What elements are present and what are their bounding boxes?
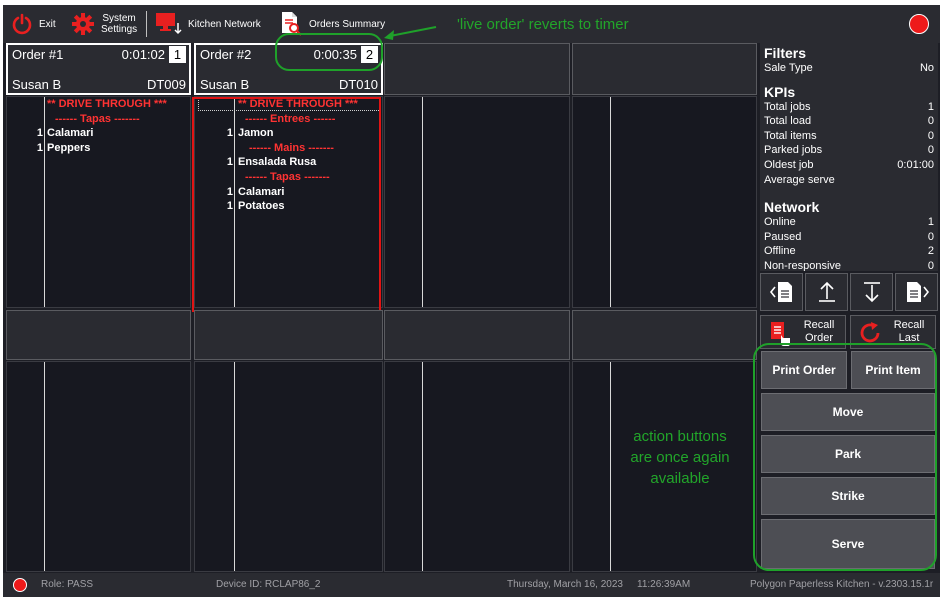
recall-arrow-icon: [860, 322, 880, 343]
order-title: Order #2: [200, 47, 252, 62]
arrow-up-icon: [818, 281, 835, 302]
annotation-line: are once again: [630, 449, 730, 466]
empty-order-ticket: [384, 96, 570, 308]
kpi-row: Average serve: [764, 173, 835, 186]
empty-order-ticket: [572, 96, 757, 308]
page-left-button[interactable]: [760, 273, 803, 311]
filter-label: Sale Type: [764, 62, 813, 74]
order-lines: ** DRIVE THROUGH *** ------ Tapas ------…: [7, 98, 190, 156]
connection-status-indicator: [909, 14, 929, 34]
system-settings-line2: Settings: [101, 24, 138, 35]
panel-gap: [760, 187, 938, 199]
filter-value: No: [919, 62, 934, 74]
order-number-badge: 1: [169, 46, 186, 63]
order-code: DT010: [338, 77, 378, 92]
network-row: Offline 2: [764, 245, 934, 258]
callout-arrow-icon: [384, 26, 437, 40]
power-icon: [12, 13, 32, 35]
device-id-label: Device ID: RCLAP86_2: [216, 579, 321, 590]
empty-order-header: [572, 43, 757, 95]
selected-order-highlight: [192, 97, 381, 312]
role-label: Role: PASS: [41, 579, 94, 590]
monitor-download-icon: [156, 13, 182, 35]
panel-gap: [760, 76, 938, 84]
version-label: Polygon Paperless Kitchen - v.2303.15.1r: [750, 579, 934, 590]
page-right-icon: [906, 282, 929, 302]
qty-divider: [422, 97, 423, 307]
recall-order-label: Recall Order: [803, 319, 835, 344]
kpi-row: Oldest job 0:01:00: [764, 158, 934, 171]
empty-order-ticket: [384, 361, 570, 572]
network-title: Network: [764, 199, 820, 216]
kpi-row: Total items 0: [764, 129, 934, 142]
ticket-line: ------ Tapas -------: [55, 112, 140, 125]
network-row: Non-responsive 0: [764, 259, 934, 271]
network-row: Paused 0: [764, 230, 934, 243]
empty-order-header: [194, 310, 383, 360]
filter-row[interactable]: Sale Type No: [760, 61, 938, 76]
empty-order-header: [572, 310, 757, 360]
customer-name: Susan B: [12, 77, 62, 92]
kitchen-network-button[interactable]: Kitchen Network: [155, 8, 261, 40]
page-left-icon: [769, 282, 792, 302]
order-grid: Order #1 0:01:02 1 Susan B DT009 ** DRIV…: [3, 43, 759, 573]
date-label: Thursday, March 16, 2023: [507, 579, 623, 590]
annotation-line: available: [650, 470, 710, 487]
time-label: 11:26:39AM: [637, 579, 691, 590]
timer-callout-outline: [275, 33, 383, 71]
qty-divider: [610, 362, 611, 571]
empty-order-header: [6, 310, 191, 360]
ticket-line: ** DRIVE THROUGH ***: [47, 98, 167, 110]
filters-title: Filters: [764, 45, 807, 61]
empty-order-header: [384, 43, 570, 95]
arrow-down-icon: [863, 282, 880, 303]
recall-last-label: Recall Last: [893, 319, 925, 344]
qty-divider: [610, 97, 611, 307]
order-timer: 0:01:02: [121, 47, 165, 62]
scroll-up-button[interactable]: [805, 273, 848, 311]
page-right-button[interactable]: [895, 273, 938, 311]
order-title: Order #1: [12, 47, 64, 62]
action-buttons-annotation: action buttons are once again available: [614, 426, 746, 489]
qty-divider: [44, 362, 45, 571]
navigation-buttons: [760, 273, 938, 311]
kitchen-network-label: Kitchen Network: [188, 18, 261, 30]
kpi-row: Total jobs 1: [764, 100, 934, 113]
status-bar: Role: PASS Device ID: RCLAP86_2 Thursday…: [3, 573, 940, 597]
system-settings-button[interactable]: System Settings: [71, 8, 137, 40]
ticket-line[interactable]: 1 Peppers: [7, 142, 190, 157]
empty-order-ticket: [194, 361, 383, 572]
empty-order-ticket: [6, 361, 191, 572]
toolbar-divider: [146, 11, 147, 37]
gear-icon: [72, 13, 94, 35]
exit-button[interactable]: Exit: [11, 8, 56, 40]
orders-summary-label: Orders Summary: [309, 18, 386, 30]
status-indicator: [13, 578, 27, 592]
kpi-row: Total load 0: [764, 115, 934, 128]
action-buttons-callout-outline: [753, 343, 937, 571]
customer-name: Susan B: [200, 77, 250, 92]
system-settings-line1: System: [102, 13, 136, 24]
exit-label: Exit: [39, 18, 56, 30]
order-1-header[interactable]: Order #1 0:01:02 1 Susan B DT009: [6, 43, 191, 95]
annotation-line: action buttons: [633, 428, 727, 445]
kpi-row: Parked jobs 0: [764, 144, 934, 157]
network-row: Online 1: [764, 216, 934, 229]
qty-divider: [234, 362, 235, 571]
empty-order-header: [384, 310, 570, 360]
qty-divider: [422, 362, 423, 571]
live-order-annotation: 'live order' reverts to timer: [457, 16, 629, 33]
order-code: DT009: [146, 77, 186, 92]
kpis-title: KPIs: [764, 83, 796, 100]
order-1-ticket[interactable]: ** DRIVE THROUGH *** ------ Tapas ------…: [6, 96, 191, 308]
system-settings-label: System Settings: [101, 13, 137, 35]
scroll-down-button[interactable]: [850, 273, 893, 311]
ticket-line[interactable]: 1 Calamari: [7, 127, 190, 142]
info-panel: Filters Sale Type No KPIs Total jobs 1 Tot…: [760, 43, 938, 271]
